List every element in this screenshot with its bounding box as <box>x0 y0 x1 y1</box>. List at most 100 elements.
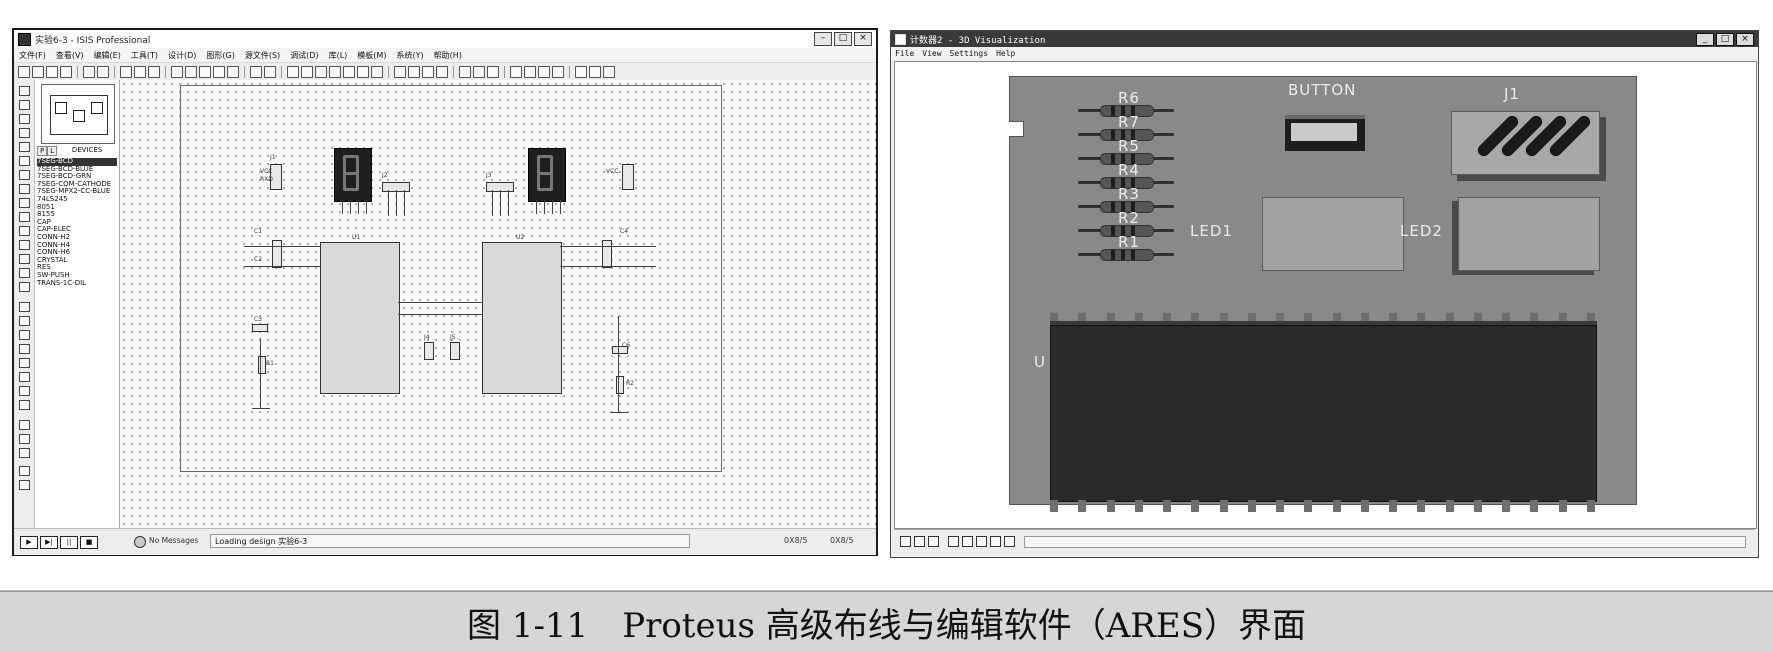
component-mode-icon[interactable] <box>19 100 30 110</box>
menu-tools[interactable]: 工具(T) <box>131 50 158 61</box>
voltage-probe-icon[interactable] <box>19 254 30 264</box>
subcircuit-icon[interactable] <box>19 170 30 180</box>
menu-edit[interactable]: 编辑(E) <box>94 50 121 61</box>
open-file-icon[interactable] <box>32 66 44 78</box>
device-list-item[interactable]: CONN-H4 <box>37 242 117 250</box>
rotate-cw-icon[interactable] <box>19 420 30 430</box>
zoom-in-icon[interactable] <box>914 536 925 547</box>
menu-help[interactable]: Help <box>996 49 1015 58</box>
mirror-x-icon[interactable] <box>19 466 30 476</box>
crystal-x1[interactable] <box>272 240 282 268</box>
junction-icon[interactable] <box>19 114 30 124</box>
pick-device-icon[interactable] <box>394 66 406 78</box>
origin-icon[interactable] <box>148 66 160 78</box>
menu-graph[interactable]: 图形(G) <box>206 50 234 61</box>
stop-button[interactable]: ■ <box>80 536 98 549</box>
device-list-item[interactable]: 7SEG-MPX2-CC-BLUE <box>37 188 117 196</box>
view-left-icon[interactable] <box>990 536 1001 547</box>
undo-icon[interactable] <box>250 66 262 78</box>
device-list-item[interactable]: SW-PUSH <box>37 272 117 280</box>
text-script-icon[interactable] <box>19 142 30 152</box>
device-list-item[interactable]: 7SEG-COM-CATHODE <box>37 181 117 189</box>
block-copy-icon[interactable] <box>329 66 341 78</box>
microcontroller-u2[interactable] <box>482 242 562 394</box>
redo-icon[interactable] <box>264 66 276 78</box>
terminal-icon[interactable] <box>19 184 30 194</box>
maximize-button[interactable]: □ <box>834 32 852 46</box>
angle-input-icon[interactable] <box>19 448 30 458</box>
line-icon[interactable] <box>19 302 30 312</box>
graph-icon[interactable] <box>19 212 30 222</box>
new-file-icon[interactable] <box>18 66 30 78</box>
paste-icon[interactable] <box>315 66 327 78</box>
menu-library[interactable]: 库(L) <box>329 50 348 61</box>
make-device-icon[interactable] <box>408 66 420 78</box>
rotate-ccw-icon[interactable] <box>19 434 30 444</box>
pause-button[interactable]: || <box>60 536 78 549</box>
close-button[interactable]: × <box>854 32 872 46</box>
cut-icon[interactable] <box>287 66 299 78</box>
device-list-item[interactable]: 7SEG-BCD <box>37 158 117 166</box>
netlist-to-ares-icon[interactable] <box>589 66 601 78</box>
path-icon[interactable] <box>19 358 30 368</box>
exit-to-parent-icon[interactable] <box>538 66 550 78</box>
print-icon[interactable] <box>83 66 95 78</box>
view-right-icon[interactable] <box>1004 536 1015 547</box>
wire-autorouter-icon[interactable] <box>459 66 471 78</box>
overview-window[interactable] <box>41 84 115 144</box>
capacitor-c6[interactable] <box>612 346 628 354</box>
device-pin-icon[interactable] <box>19 198 30 208</box>
project-notes-icon[interactable] <box>603 66 615 78</box>
grid-icon[interactable] <box>134 66 146 78</box>
minimize-button[interactable]: _ <box>1696 33 1714 46</box>
generator-icon[interactable] <box>19 240 30 250</box>
menu-design[interactable]: 设计(D) <box>168 50 196 61</box>
block-rotate-icon[interactable] <box>357 66 369 78</box>
messages-label[interactable]: No Messages <box>149 536 198 545</box>
device-list-item[interactable]: TRANS-1C-DIL <box>37 280 117 288</box>
block-move-icon[interactable] <box>343 66 355 78</box>
navigate-icon[interactable] <box>900 536 911 547</box>
mirror-y-icon[interactable] <box>19 480 30 490</box>
play-button[interactable]: ▶ <box>20 536 38 549</box>
tape-recorder-icon[interactable] <box>19 226 30 236</box>
pan-icon[interactable] <box>171 66 183 78</box>
seven-segment-display[interactable] <box>528 148 566 202</box>
import-icon[interactable] <box>60 66 72 78</box>
marker-icon[interactable] <box>19 400 30 410</box>
wire-label-icon[interactable] <box>19 128 30 138</box>
step-button[interactable]: ▶| <box>40 536 58 549</box>
viz-scroll-track[interactable] <box>1024 536 1746 548</box>
view-top-icon[interactable] <box>948 536 959 547</box>
seven-segment-display[interactable] <box>334 148 372 202</box>
microcontroller-u1[interactable] <box>320 242 400 394</box>
device-list-item[interactable]: CRYSTAL <box>37 257 117 265</box>
menu-system[interactable]: 系统(Y) <box>396 50 423 61</box>
menu-debug[interactable]: 调试(D) <box>290 50 318 61</box>
print-area-icon[interactable] <box>97 66 109 78</box>
zoom-out-icon[interactable] <box>199 66 211 78</box>
view-front-icon[interactable] <box>962 536 973 547</box>
text-icon[interactable] <box>19 372 30 382</box>
bill-of-materials-icon[interactable] <box>552 66 564 78</box>
remove-sheet-icon[interactable] <box>524 66 536 78</box>
symbol-icon[interactable] <box>19 386 30 396</box>
property-assignment-icon[interactable] <box>487 66 499 78</box>
save-icon[interactable] <box>46 66 58 78</box>
decompose-icon[interactable] <box>436 66 448 78</box>
menu-help[interactable]: 帮助(H) <box>434 50 462 61</box>
current-probe-icon[interactable] <box>19 268 30 278</box>
box-icon[interactable] <box>19 316 30 326</box>
copy-icon[interactable] <box>301 66 313 78</box>
zoom-area-icon[interactable] <box>227 66 239 78</box>
refresh-icon[interactable] <box>120 66 132 78</box>
library-manager-button[interactable]: L <box>47 146 58 156</box>
zoom-in-icon[interactable] <box>185 66 197 78</box>
bus-icon[interactable] <box>19 156 30 166</box>
virtual-instrument-icon[interactable] <box>19 282 30 292</box>
device-list-item[interactable]: 74LS245 <box>37 196 117 204</box>
circle-icon[interactable] <box>19 330 30 340</box>
menu-settings[interactable]: Settings <box>950 49 989 58</box>
electrical-check-icon[interactable] <box>575 66 587 78</box>
menu-view[interactable]: 查看(V) <box>56 50 84 61</box>
